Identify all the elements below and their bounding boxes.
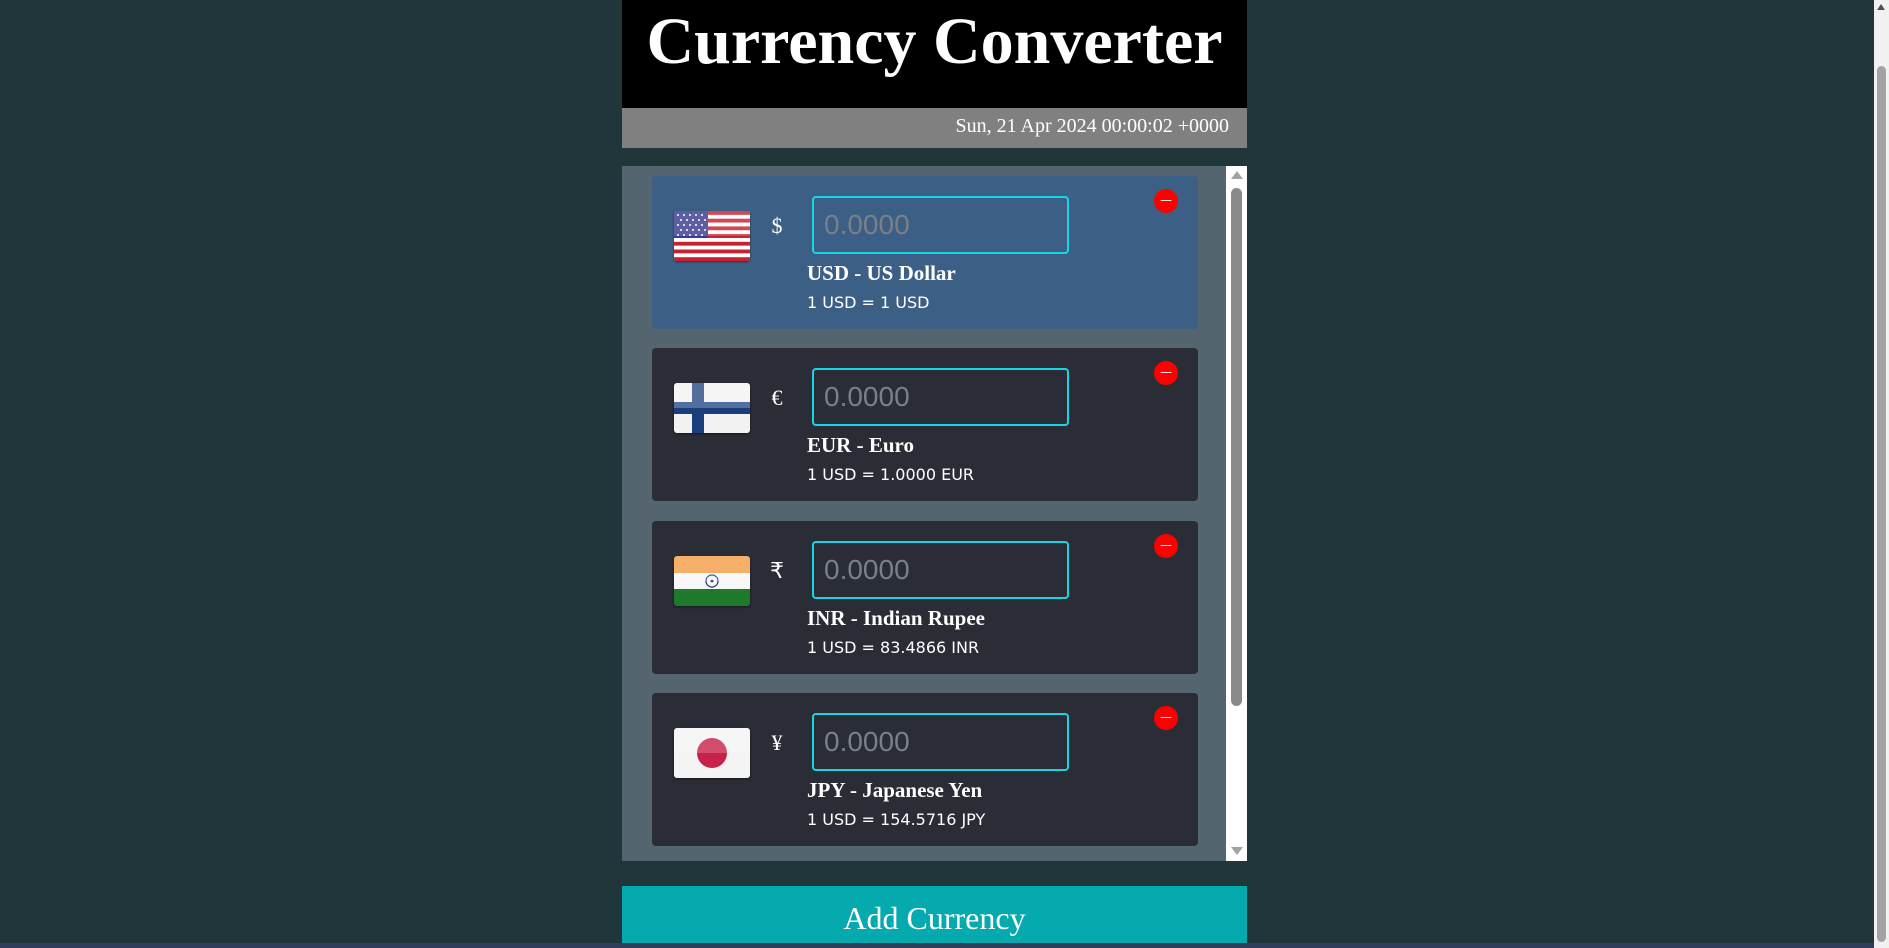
scroll-down-arrow-icon[interactable] [1231, 847, 1243, 855]
page-scroll-up-arrow-icon[interactable] [1877, 4, 1885, 10]
currency-symbol: ¥ [771, 730, 783, 755]
currency-rate: 1 USD = 154.5716 JPY [807, 810, 986, 829]
currency-symbol: € [771, 385, 783, 410]
viewport: Currency Converter Sun, 21 Apr 2024 00:0… [0, 0, 1889, 948]
currency-card-eur[interactable]: € — EUR - Euro 1 USD = 1.0000 EUR [652, 348, 1198, 501]
amount-input-eur[interactable] [812, 368, 1069, 426]
list-scrollbar-thumb[interactable] [1231, 188, 1242, 706]
us-flag-icon [674, 211, 750, 261]
remove-currency-button[interactable]: — [1154, 361, 1178, 385]
remove-currency-button[interactable]: — [1154, 706, 1178, 730]
finland-flag-icon [674, 383, 750, 433]
remove-currency-button[interactable]: — [1154, 189, 1178, 213]
currency-rate: 1 USD = 83.4866 INR [807, 638, 980, 657]
currency-rate: 1 USD = 1.0000 EUR [807, 465, 975, 484]
list-scrollbar[interactable] [1226, 166, 1247, 861]
currency-rate: 1 USD = 1 USD [807, 293, 930, 312]
page-bottom-edge [0, 943, 1874, 948]
currency-card-inr[interactable]: ₹ — INR - Indian Rupee 1 USD = 83.4866 I… [652, 521, 1198, 674]
scroll-up-arrow-icon[interactable] [1231, 171, 1243, 179]
page-title: Currency Converter [646, 5, 1223, 78]
amount-input-jpy[interactable] [812, 713, 1069, 771]
date-bar: Sun, 21 Apr 2024 00:00:02 +0000 [622, 108, 1247, 148]
amount-input-usd[interactable] [812, 196, 1069, 254]
page-scrollbar[interactable] [1874, 0, 1889, 948]
currency-card-usd[interactable]: $ — USD - US Dollar 1 USD = 1 USD [652, 176, 1198, 329]
currency-list[interactable]: $ — USD - US Dollar 1 USD = 1 USD € [622, 166, 1247, 861]
india-flag-icon [674, 556, 750, 606]
amount-input-inr[interactable] [812, 541, 1069, 599]
currency-name: USD - US Dollar [807, 261, 956, 285]
page-scrollbar-thumb[interactable] [1877, 66, 1886, 942]
currency-card-jpy[interactable]: ¥ — JPY - Japanese Yen 1 USD = 154.5716 … [652, 693, 1198, 846]
currency-name: EUR - Euro [807, 433, 914, 457]
japan-flag-icon [674, 728, 750, 778]
currency-symbol: $ [771, 213, 783, 238]
header: Currency Converter [622, 0, 1247, 108]
currency-converter-app: Currency Converter Sun, 21 Apr 2024 00:0… [622, 0, 1247, 948]
remove-currency-button[interactable]: — [1154, 534, 1178, 558]
currency-name: JPY - Japanese Yen [807, 778, 983, 802]
currency-name: INR - Indian Rupee [807, 606, 985, 630]
date-text: Sun, 21 Apr 2024 00:00:02 +0000 [955, 115, 1229, 137]
add-currency-button[interactable]: Add Currency [622, 886, 1247, 943]
currency-symbol: ₹ [770, 558, 784, 583]
